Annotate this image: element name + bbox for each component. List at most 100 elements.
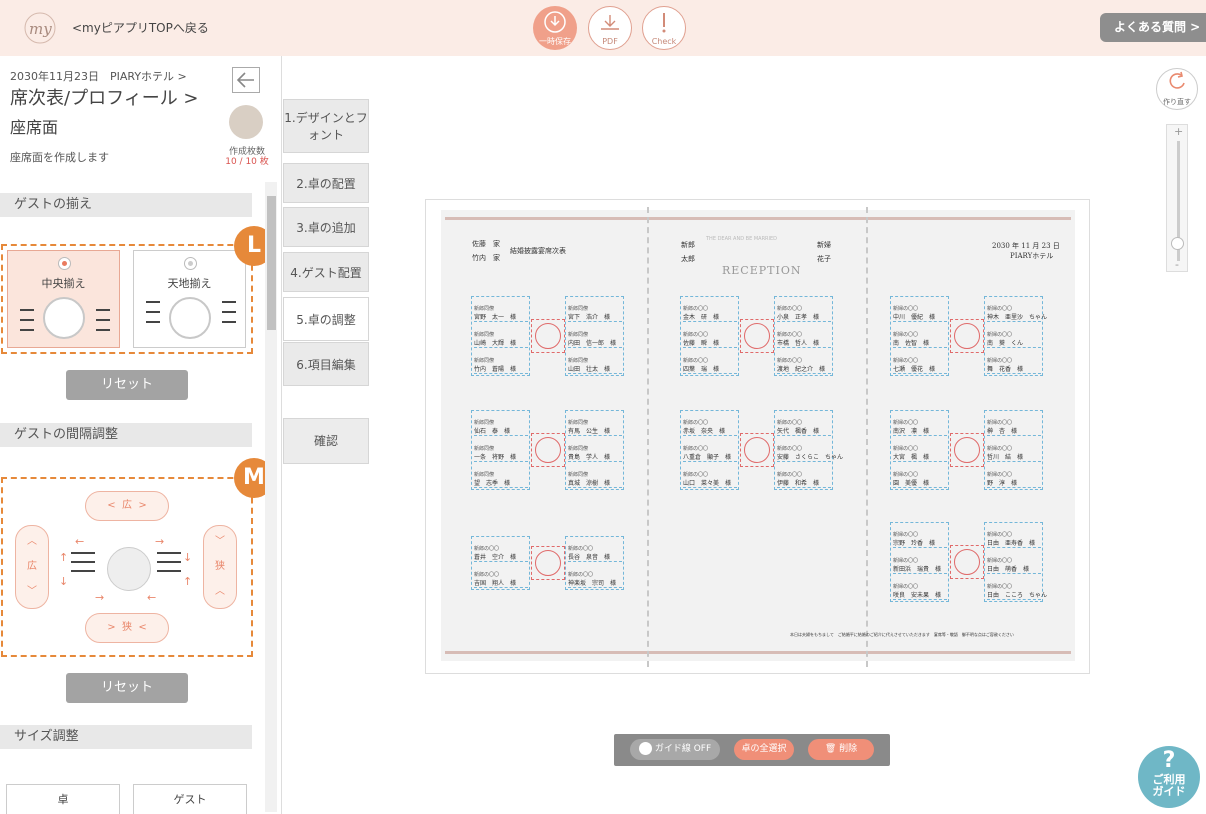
round-table[interactable] xyxy=(531,546,565,580)
guest-column-right[interactable]: 新郎の〇〇 長谷 泉音 様新郎の〇〇 神楽坂 宗司 様 xyxy=(565,536,624,590)
step-design-font[interactable]: 1.デザインとフォント xyxy=(283,99,369,153)
guest-column-right[interactable]: 新郎同僚 有馬 公生 様新郎同僚 貴島 学人 様新郎同僚 真城 涼樹 様 xyxy=(565,410,624,490)
guest-entry[interactable]: 新郎の〇〇 八重倉 顯子 様 xyxy=(683,445,737,462)
faq-button[interactable]: よくある質問 > xyxy=(1100,13,1206,42)
guest-entry[interactable]: 新郎の〇〇 四葉 瑞 様 xyxy=(683,357,737,374)
guest-entry[interactable]: 新婦の〇〇 七瀬 優花 様 xyxy=(893,357,947,374)
event-date-link[interactable]: 2030年11月23日 PIARYホテル > xyxy=(10,68,187,84)
design-thumbnail[interactable] xyxy=(229,105,263,139)
guest-column-right[interactable]: 新郎の〇〇 小泉 正孝 様新郎の〇〇 市橋 哲人 様新郎の〇〇 渡地 紀之介 様 xyxy=(774,296,833,376)
temp-save-button[interactable]: 一時保存 xyxy=(533,6,577,50)
round-table[interactable] xyxy=(950,433,984,467)
guest-entry[interactable]: 新郎同僚 山田 壮太 様 xyxy=(568,357,622,374)
guest-entry[interactable]: 新郎同僚 貴島 学人 様 xyxy=(568,445,622,462)
guest-entry[interactable]: 新郎同僚 宮野 太一 様 xyxy=(474,305,528,322)
piary-logo[interactable]: my xyxy=(20,10,60,46)
guest-entry[interactable]: 新郎同僚 宮下 浩介 様 xyxy=(568,305,622,322)
guest-entry[interactable]: 新婦の〇〇 南沢 凛 様 xyxy=(893,419,947,436)
confirm-button[interactable]: 確認 xyxy=(283,418,369,464)
panel-scrollbar-thumb[interactable] xyxy=(267,196,276,330)
radio-icon[interactable] xyxy=(58,257,71,270)
guide-line-toggle[interactable]: ガイド線 OFF xyxy=(630,739,720,760)
guest-entry[interactable]: 新婦の〇〇 日由 亜寿香 様 xyxy=(987,531,1041,548)
guest-entry[interactable]: 新郎の〇〇 佐藤 瞬 様 xyxy=(683,331,737,348)
guest-column-right[interactable]: 新郎同僚 宮下 浩介 様新郎同僚 内田 信一郎 様新郎同僚 山田 壮太 様 xyxy=(565,296,624,376)
guest-entry[interactable]: 新婦の〇〇 哲川 結 様 xyxy=(987,445,1041,462)
guest-column-left[interactable]: 新婦の〇〇 中川 優紀 様新婦の〇〇南 佐智 様新婦の〇〇 七瀬 優花 様 xyxy=(890,296,949,376)
widen-vertical-button[interactable]: ︿ 広 ﹀ xyxy=(15,525,49,609)
guest-entry[interactable]: 新婦の〇〇南 佐智 様 xyxy=(893,331,947,348)
guest-entry[interactable]: 新郎同僚 真城 涼樹 様 xyxy=(568,471,622,488)
guest-entry[interactable]: 新郎同僚 山崎 大輝 様 xyxy=(474,331,528,348)
zoom-plus-icon[interactable]: + xyxy=(1174,125,1183,138)
guest-entry[interactable]: 新郎同僚 仙石 泰 様 xyxy=(474,419,528,436)
align-center-option[interactable]: 中央揃え xyxy=(7,250,120,348)
guest-entry[interactable]: 新郎の〇〇 蒼井 空介 様 xyxy=(474,545,528,562)
guest-entry[interactable]: 新郎の〇〇 小泉 正孝 様 xyxy=(777,305,831,322)
pdf-button[interactable]: PDF xyxy=(588,6,632,50)
guest-entry[interactable]: 新郎同僚 内田 信一郎 様 xyxy=(568,331,622,348)
guest-column-right[interactable]: 新郎の〇〇 矢代 楓香 様新郎の〇〇 安藤 さくらこ ちゃん 新郎の〇〇 伊藤 和希 様 xyxy=(774,410,843,490)
round-table[interactable] xyxy=(950,319,984,353)
guest-entry[interactable]: 新婦の〇〇 日由 萌香 様 xyxy=(987,557,1041,574)
align-reset-button[interactable]: リセット xyxy=(66,370,188,400)
narrow-vertical-button[interactable]: ﹀ 狭 ︿ xyxy=(203,525,237,609)
guest-column-right[interactable]: 新婦の〇〇 日由 亜寿香 様新婦の〇〇 日由 萌香 様新婦の〇〇 日由 こころ ちゃん xyxy=(984,522,1047,602)
step-table-adjust[interactable]: 5.卓の調整 xyxy=(283,297,369,341)
guest-column-left[interactable]: 新郎の〇〇 蒼井 空介 様新郎の〇〇 吉国 翔人 様 xyxy=(471,536,530,590)
guest-entry[interactable]: 新婦の〇〇園 美優 様 xyxy=(893,471,947,488)
guest-column-left[interactable]: 新郎の〇〇 金木 研 様新郎の〇〇 佐藤 瞬 様新郎の〇〇 四葉 瑞 様 xyxy=(680,296,739,376)
select-all-tables-button[interactable]: 卓の全選択 xyxy=(734,739,794,760)
guest-entry[interactable]: 新郎の〇〇 伊藤 和希 様 xyxy=(777,471,831,488)
size-guest-option[interactable]: ゲスト xyxy=(133,784,247,814)
breadcrumb[interactable]: 席次表/プロフィール > xyxy=(10,84,199,110)
step-table-layout[interactable]: 2.卓の配置 xyxy=(283,163,369,203)
guest-entry[interactable]: 新婦の〇〇 大宮 楓 様 xyxy=(893,445,947,462)
guest-entry[interactable]: 新郎の〇〇 吉国 翔人 様 xyxy=(474,571,528,588)
delete-button[interactable]: 🗑 削除 xyxy=(808,739,874,760)
guest-entry[interactable]: 新郎の〇〇 神楽坂 宗司 様 xyxy=(568,571,622,588)
guest-entry[interactable]: 新郎の〇〇 市橋 哲人 様 xyxy=(777,331,831,348)
zoom-slider[interactable]: + - xyxy=(1166,124,1188,272)
guest-column-right[interactable]: 新婦の〇〇榊 杏 様新婦の〇〇 哲川 結 様新婦の〇〇野 淳 様 xyxy=(984,410,1043,490)
guest-entry[interactable]: 新郎の〇〇 金木 研 様 xyxy=(683,305,737,322)
round-table[interactable] xyxy=(950,545,984,579)
guest-entry[interactable]: 新婦の〇〇 日由 こころ ちゃん xyxy=(987,583,1047,600)
guest-column-left[interactable]: 新婦の〇〇 宗野 玲香 様新婦の〇〇 新田浜 瑞貴 様新婦の〇〇 咲良 安未果 様 xyxy=(890,522,949,602)
guest-entry[interactable]: 新婦の〇〇 咲良 安未果 様 xyxy=(893,583,947,600)
guest-entry[interactable]: 新婦の〇〇榊 杏 様 xyxy=(987,419,1041,436)
guest-entry[interactable]: 新郎同僚 有馬 公生 様 xyxy=(568,419,622,436)
narrow-horizontal-button[interactable]: > 狭 < xyxy=(85,613,169,643)
round-table[interactable] xyxy=(531,319,565,353)
guest-entry[interactable]: 新郎同僚 一条 将野 様 xyxy=(474,445,528,462)
guest-entry[interactable]: 新婦の〇〇 宗野 玲香 様 xyxy=(893,531,947,548)
back-button[interactable] xyxy=(232,67,260,93)
guest-entry[interactable]: 新婦の〇〇 中川 優紀 様 xyxy=(893,305,947,322)
round-table[interactable] xyxy=(740,433,774,467)
radio-icon[interactable] xyxy=(184,257,197,270)
guest-column-left[interactable]: 新郎同僚 仙石 泰 様新郎同僚 一条 将野 様新郎同僚望 志季 様 xyxy=(471,410,530,490)
guest-entry[interactable]: 新婦の〇〇南 葵 くん xyxy=(987,331,1041,348)
round-table[interactable] xyxy=(740,319,774,353)
guest-column-right[interactable]: 新婦の〇〇 神木 亜里沙 ちゃん 新婦の〇〇南 葵 くん 新婦の〇〇舞 花香 様 xyxy=(984,296,1047,376)
size-table-option[interactable]: 卓 xyxy=(6,784,120,814)
guest-column-left[interactable]: 新婦の〇〇 南沢 凛 様新婦の〇〇 大宮 楓 様新婦の〇〇園 美優 様 xyxy=(890,410,949,490)
spacing-reset-button[interactable]: リセット xyxy=(66,673,188,703)
back-to-top-link[interactable]: <myピアプリTOPへ戻る xyxy=(72,19,209,36)
guest-column-left[interactable]: 新郎同僚 宮野 太一 様新郎同僚 山崎 大輝 様新郎同僚 竹内 蒼陽 様 xyxy=(471,296,530,376)
round-table[interactable] xyxy=(531,433,565,467)
guest-entry[interactable]: 新郎同僚望 志季 様 xyxy=(474,471,528,488)
guest-column-left[interactable]: 新郎の〇〇 赤坂 奈央 様新郎の〇〇 八重倉 顯子 様新郎の〇〇 山口 菜々美 様 xyxy=(680,410,739,490)
usage-guide-button[interactable]: ? ご利用 ガイド xyxy=(1138,746,1200,808)
guest-entry[interactable]: 新婦の〇〇 新田浜 瑞貴 様 xyxy=(893,557,947,574)
check-button[interactable]: Check xyxy=(642,6,686,50)
zoom-handle[interactable] xyxy=(1171,237,1184,250)
zoom-minus-icon[interactable]: - xyxy=(1175,258,1179,271)
align-top-bottom-option[interactable]: 天地揃え xyxy=(133,250,246,348)
guest-entry[interactable]: 新婦の〇〇舞 花香 様 xyxy=(987,357,1041,374)
guest-entry[interactable]: 新郎の〇〇 矢代 楓香 様 xyxy=(777,419,831,436)
guest-entry[interactable]: 新郎の〇〇 長谷 泉音 様 xyxy=(568,545,622,562)
widen-horizontal-button[interactable]: < 広 > xyxy=(85,491,169,521)
guest-entry[interactable]: 新郎の〇〇 赤坂 奈央 様 xyxy=(683,419,737,436)
redo-button[interactable]: 作り直す xyxy=(1156,68,1198,110)
